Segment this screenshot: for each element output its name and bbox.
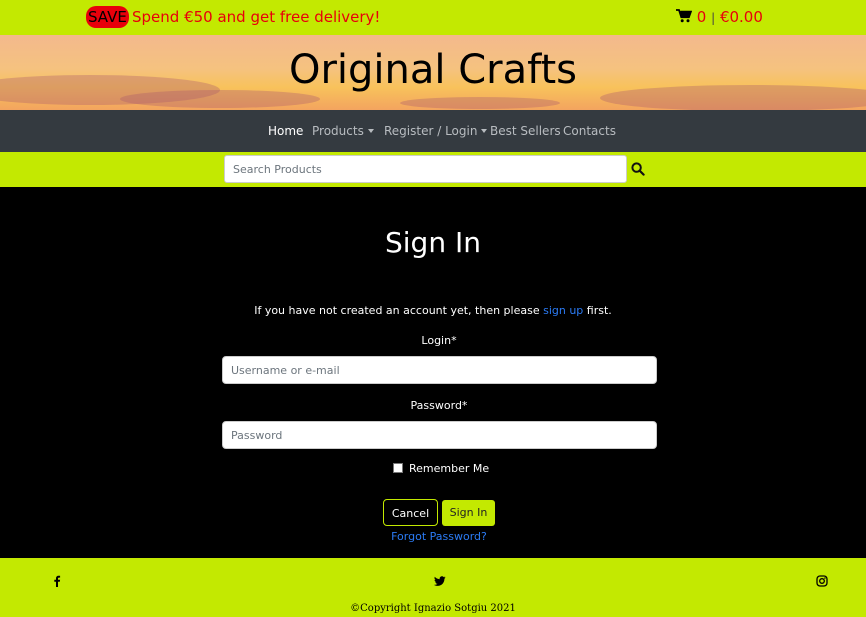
remember-me-checkbox[interactable] [393, 463, 403, 473]
login-label: Login* [421, 334, 457, 347]
search-icon[interactable] [631, 162, 645, 176]
instagram-icon[interactable] [816, 575, 828, 587]
nav-contacts[interactable]: Contacts [563, 123, 616, 139]
remember-me[interactable]: Remember Me [393, 462, 489, 476]
password-input[interactable] [222, 421, 657, 449]
search-input[interactable] [224, 155, 627, 183]
nav-products[interactable]: Products [312, 123, 374, 139]
password-label: Password* [410, 399, 468, 412]
site-header: Original Crafts [0, 35, 866, 110]
cart-link[interactable]: 0 | €0.00 [676, 7, 763, 28]
search-bar [0, 152, 866, 187]
login-input[interactable] [222, 356, 657, 384]
promo-text: Spend €50 and get free delivery! [132, 8, 381, 26]
site-footer: ©Copyright Ignazio Sotgiu 2021 [0, 558, 866, 617]
nav-products-label: Products [312, 124, 364, 138]
sign-in-button[interactable]: Sign In [442, 500, 495, 526]
nav-best-sellers[interactable]: Best Sellers [490, 123, 561, 139]
shopping-cart-icon [676, 9, 692, 23]
facebook-icon[interactable] [51, 575, 63, 587]
cart-total: €0.00 [719, 8, 763, 26]
main-nav: Home Products Register / Login Best Sell… [0, 110, 866, 152]
copyright-text: ©Copyright Ignazio Sotgiu 2021 [350, 603, 516, 614]
nav-home[interactable]: Home [268, 123, 303, 139]
twitter-icon[interactable] [434, 575, 446, 587]
site-brand-link[interactable]: Original Crafts [0, 45, 866, 95]
caret-down-icon [367, 129, 374, 133]
nav-register-login[interactable]: Register / Login [384, 123, 488, 139]
signup-prompt-text: If you have not created an account yet, … [254, 304, 544, 317]
save-badge: SAVE [86, 6, 129, 28]
signup-prompt-end: first. [583, 304, 612, 317]
cart-count: 0 [696, 8, 707, 26]
remember-me-label: Remember Me [409, 462, 490, 475]
cart-separator: | [711, 11, 716, 25]
forgot-password-link[interactable]: Forgot Password? [0, 530, 866, 544]
signup-link[interactable]: sign up [543, 304, 583, 317]
signup-prompt: If you have not created an account yet, … [0, 303, 866, 319]
cancel-button[interactable]: Cancel [383, 499, 438, 526]
caret-down-icon [481, 129, 488, 133]
promo-bar: SAVE Spend €50 and get free delivery! 0 … [0, 0, 866, 35]
page-title: Sign In [385, 226, 481, 259]
nav-register-login-label: Register / Login [384, 124, 478, 138]
